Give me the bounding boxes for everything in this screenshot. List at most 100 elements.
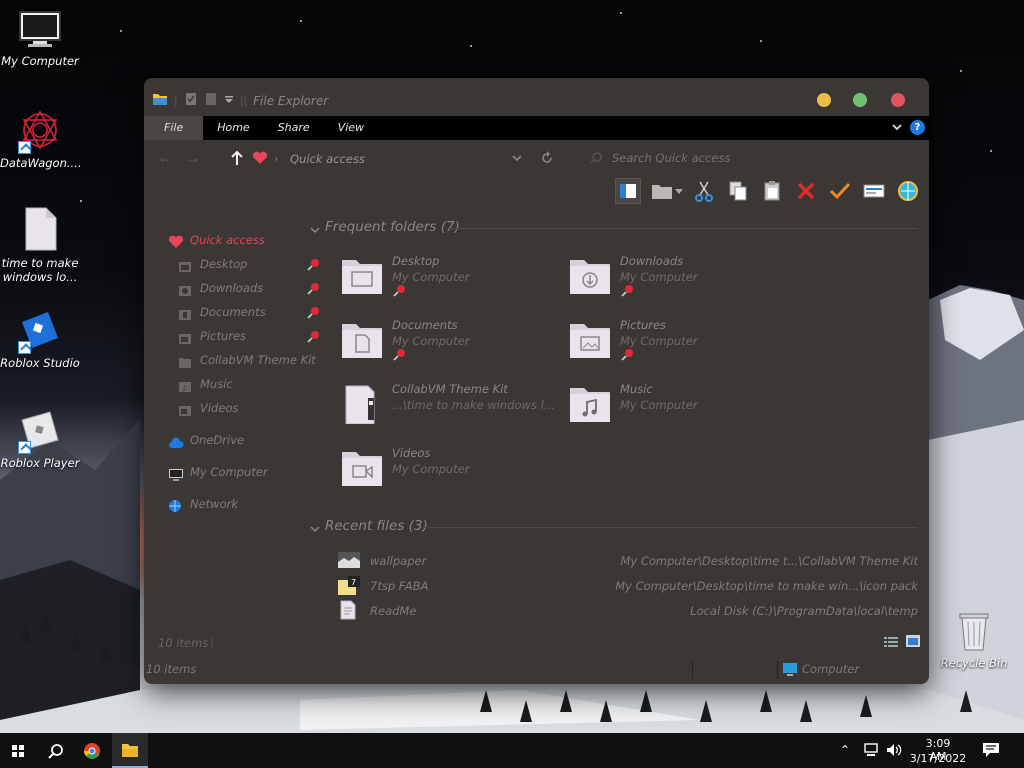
frequent-folder-documents[interactable]: Documents My Computer	[340, 318, 560, 378]
start-button[interactable]	[0, 733, 36, 768]
back-arrow-icon[interactable]: ←	[160, 153, 170, 167]
nav-item-label: Downloads	[200, 281, 264, 295]
status-location: Computer	[802, 662, 860, 676]
rename-check-icon[interactable]	[827, 178, 853, 204]
file-icon	[20, 206, 60, 252]
recent-file-row[interactable]: 7 7tsp FABA My Computer\Desktop\time to …	[336, 575, 918, 597]
customize-qat-icon[interactable]	[224, 94, 234, 107]
nav-item-videos[interactable]: Videos	[164, 396, 304, 420]
folder-name: Downloads	[620, 254, 684, 268]
pin-icon[interactable]	[306, 256, 320, 280]
frequent-folder-collabvm-theme-kit[interactable]: CollabVM Theme Kit ...\time to make wind…	[340, 382, 560, 442]
paste-icon[interactable]	[759, 178, 785, 204]
frequent-folder-videos[interactable]: Videos My Computer	[340, 446, 560, 506]
cut-icon[interactable]	[691, 178, 717, 204]
nav-item-onedrive[interactable]: OneDrive	[164, 428, 304, 452]
breadcrumb-separator: ›	[274, 152, 279, 165]
up-arrow-icon[interactable]	[230, 150, 244, 169]
nav-item-downloads[interactable]: Downloads	[164, 276, 319, 300]
notifications-icon[interactable]	[982, 742, 1000, 761]
nav-item-my-computer[interactable]: My Computer	[164, 460, 304, 484]
properties-card-icon[interactable]	[861, 178, 887, 204]
properties-icon[interactable]	[184, 92, 198, 109]
tab-home[interactable]: Home	[203, 116, 263, 140]
nav-item-documents[interactable]: Documents	[164, 300, 319, 324]
address-dropdown-chevron-icon[interactable]	[511, 153, 523, 166]
desktop-icon-label: time to make windows lo...	[1, 256, 79, 284]
cloud-icon	[168, 433, 184, 457]
address-bar[interactable]: Quick access	[290, 152, 365, 166]
folder-dropdown-chevron-icon[interactable]	[675, 185, 683, 198]
nav-item-music[interactable]: ♪ Music	[164, 372, 304, 396]
nav-item-network[interactable]: Network	[164, 492, 304, 516]
tab-view[interactable]: View	[324, 116, 378, 140]
folder-icon[interactable]	[152, 92, 168, 109]
desktop-icon-datawagon[interactable]: DataWagon....	[0, 108, 82, 170]
chrome-icon[interactable]	[74, 733, 110, 768]
pin-icon[interactable]	[306, 304, 320, 328]
ribbon-collapse-chevron-icon[interactable]	[891, 121, 903, 136]
desktop-icon-recycle-bin[interactable]: Recycle Bin	[934, 610, 1014, 670]
close-button[interactable]	[891, 93, 905, 107]
collabvm-folder-icon	[345, 385, 375, 424]
volume-icon[interactable]	[886, 743, 902, 760]
desktop-icon-my-computer[interactable]: My Computer	[0, 10, 80, 68]
globe-icon[interactable]	[895, 178, 921, 204]
shortcut-arrow-icon	[18, 341, 31, 354]
pin-icon	[392, 284, 406, 301]
frequent-folder-downloads[interactable]: Downloads My Computer	[568, 254, 788, 314]
search-icon[interactable]	[38, 733, 74, 768]
forward-arrow-icon[interactable]: →	[188, 153, 198, 167]
nav-item-quick-access[interactable]: Quick access	[164, 228, 304, 252]
folder-location: My Computer	[392, 334, 470, 348]
nav-item-label: Pictures	[200, 329, 247, 343]
title-bar[interactable]: | || File Explorer	[144, 78, 929, 116]
recent-file-row[interactable]: ReadMe Local Disk (C:)\ProgramData\local…	[336, 600, 918, 622]
refresh-icon[interactable]	[540, 151, 554, 168]
copy-icon[interactable]	[725, 178, 751, 204]
pin-icon	[392, 348, 406, 365]
computer-status-icon	[782, 662, 798, 679]
network-tray-icon[interactable]	[864, 743, 880, 760]
recent-file-path: My Computer\Desktop\time t...\CollabVM T…	[620, 554, 918, 568]
frequent-folder-pictures[interactable]: Pictures My Computer	[568, 318, 788, 378]
help-icon[interactable]: ?	[910, 120, 925, 135]
folder-toolbar-icon[interactable]	[649, 178, 675, 204]
search-icon	[590, 152, 602, 167]
details-view-icon[interactable]	[884, 636, 898, 651]
nav-item-desktop[interactable]: Desktop	[164, 252, 319, 276]
nav-item-label: CollabVM Theme Kit	[200, 353, 316, 367]
preview-pane-icon[interactable]	[615, 178, 641, 204]
search-input[interactable]	[612, 148, 832, 168]
recent-file-row[interactable]: wallpaper My Computer\Desktop\time t...\…	[336, 550, 918, 572]
maximize-button[interactable]	[853, 93, 867, 107]
delete-icon[interactable]	[793, 178, 819, 204]
show-hidden-icons-chevron-icon[interactable]: ⌃	[840, 743, 850, 757]
large-icons-view-icon[interactable]	[906, 635, 920, 650]
folder-name: Videos	[392, 446, 431, 460]
videos-folder-icon	[342, 452, 382, 486]
desktop-icon-file[interactable]: time to make windows lo...	[0, 206, 80, 284]
file-explorer-taskbar-icon[interactable]	[112, 733, 148, 768]
clock-date[interactable]: 3/17/2022	[909, 752, 967, 765]
nav-item-pictures[interactable]: Pictures	[164, 324, 319, 348]
recent-collapse-chevron-icon[interactable]	[310, 523, 320, 536]
desktop-icon-roblox-studio[interactable]: Roblox Studio	[0, 308, 80, 370]
frequent-folders-heading[interactable]: Frequent folders (7)	[325, 219, 460, 235]
nav-item-collabvm-theme-kit[interactable]: CollabVM Theme Kit	[164, 348, 316, 372]
new-folder-icon[interactable]	[204, 92, 218, 109]
frequent-folder-music[interactable]: Music My Computer	[568, 382, 788, 442]
minimize-button[interactable]	[817, 93, 831, 107]
recent-files-heading[interactable]: Recent files (3)	[325, 518, 428, 534]
folder-location: ...\time to make windows l...	[392, 398, 555, 412]
quick-access-heart-icon	[252, 151, 268, 168]
pin-icon[interactable]	[306, 280, 320, 304]
frequent-folder-desktop[interactable]: Desktop My Computer	[340, 254, 560, 314]
tab-share[interactable]: Share	[264, 116, 324, 140]
downloads-folder-icon	[570, 260, 610, 294]
frequent-collapse-chevron-icon[interactable]	[310, 224, 320, 237]
tab-file[interactable]: File	[144, 116, 204, 140]
recent-file-name: wallpaper	[370, 554, 427, 568]
desktop-icon-roblox-player[interactable]: Roblox Player	[0, 408, 80, 470]
folder-location: My Computer	[620, 398, 698, 412]
